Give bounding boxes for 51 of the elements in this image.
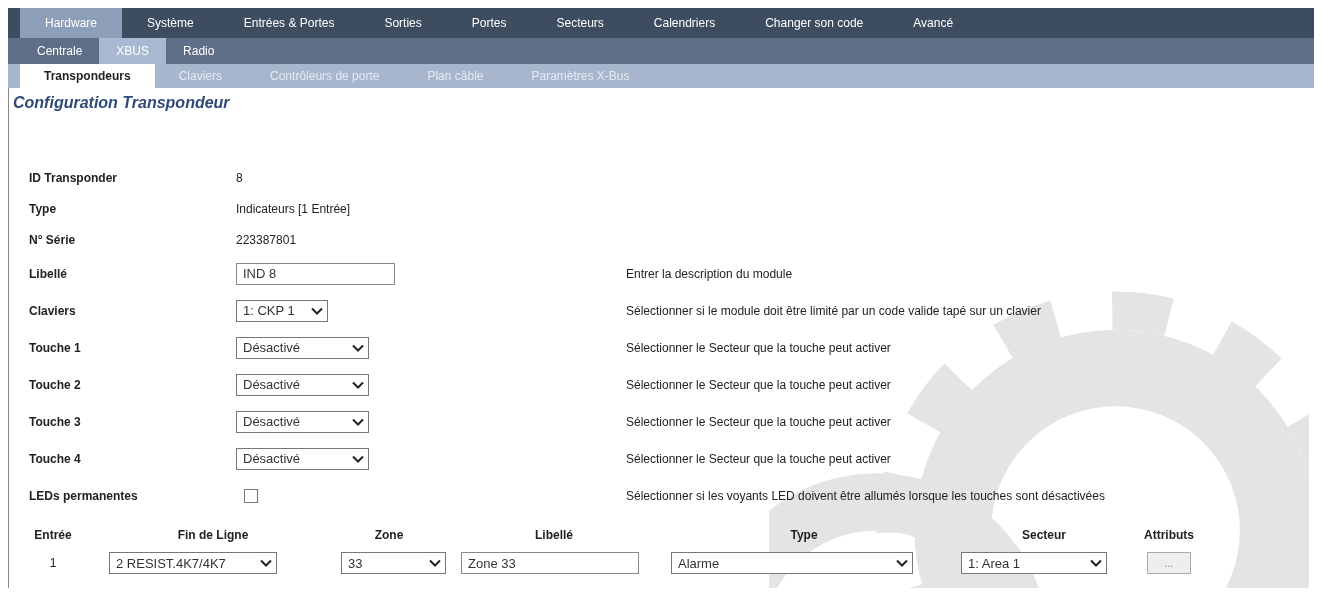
- field-label: Claviers: [29, 303, 76, 318]
- tab[interactable]: Radio: [166, 38, 232, 64]
- field-label: LEDs permanentes: [29, 488, 138, 503]
- dropdown[interactable]: Désactivé: [236, 373, 369, 396]
- field-description: Entrer la description du module: [626, 266, 793, 281]
- dropdown[interactable]: Alarme: [671, 552, 913, 574]
- tab[interactable]: Transpondeurs: [20, 64, 155, 88]
- tab[interactable]: Avancé: [888, 8, 979, 38]
- column-header: Entrée: [34, 528, 72, 542]
- field-value: 223387801: [236, 232, 297, 247]
- field-label: N° Série: [29, 232, 76, 247]
- dropdown[interactable]: Désactivé: [236, 447, 369, 470]
- table-cell: 1: [49, 556, 57, 570]
- dropdown[interactable]: 1: Area 1: [961, 552, 1107, 574]
- field-label: Touche 2: [29, 377, 81, 392]
- field-description: Sélectionner le Secteur que la touche peut activer: [626, 451, 891, 466]
- tab[interactable]: Portes: [446, 8, 532, 38]
- text-field[interactable]: Zone 33: [461, 552, 639, 574]
- field-label: Type: [29, 201, 57, 216]
- text-field[interactable]: IND 8: [236, 262, 395, 285]
- field-label: ID Transponder: [29, 170, 117, 185]
- field-description: Sélectionner si le module doit être limité par un code valide tapé sur un clavier: [626, 303, 1041, 318]
- field-description: Sélectionner le Secteur que la touche peut activer: [626, 377, 891, 392]
- column-header: Attributs: [1144, 528, 1194, 542]
- field-label: Touche 1: [29, 340, 81, 355]
- field-description: Sélectionner le Secteur que la touche peut activer: [626, 340, 891, 355]
- column-header: Secteur: [1022, 528, 1066, 542]
- column-header: Libellé: [535, 528, 573, 542]
- field-description: Sélectionner le Secteur que la touche peut activer: [626, 414, 891, 429]
- dropdown[interactable]: 1: CKP 1: [236, 299, 328, 322]
- tab[interactable]: Sorties: [359, 8, 447, 38]
- tab[interactable]: Système: [122, 8, 219, 38]
- column-header: Fin de Ligne: [177, 528, 249, 542]
- tab[interactable]: Entrées & Portes: [218, 8, 360, 38]
- tab[interactable]: Secteurs: [531, 8, 629, 38]
- page-title: Configuration Transpondeur: [12, 93, 231, 112]
- field-label: Touche 3: [29, 414, 81, 429]
- field-value: 8: [236, 170, 243, 185]
- field-value: Indicateurs [1 Entrée]: [236, 201, 351, 216]
- dropdown[interactable]: 33: [341, 552, 446, 574]
- column-header: Type: [790, 528, 818, 542]
- tab[interactable]: Centrale: [20, 38, 100, 64]
- dropdown[interactable]: Désactivé: [236, 410, 369, 433]
- dropdown[interactable]: Désactivé: [236, 336, 369, 359]
- tab[interactable]: Calendriers: [628, 8, 741, 38]
- field-label: Touche 4: [29, 451, 81, 466]
- tab[interactable]: Changer son code: [740, 8, 889, 38]
- field-description: Sélectionner si les voyants LED doivent être allumés lorsque les touches sont désactivées: [626, 488, 1105, 503]
- dropdown[interactable]: 2 RESIST.4K7/4K7: [109, 552, 277, 574]
- field-label: Libellé: [29, 266, 67, 281]
- column-header: Zone: [374, 528, 404, 542]
